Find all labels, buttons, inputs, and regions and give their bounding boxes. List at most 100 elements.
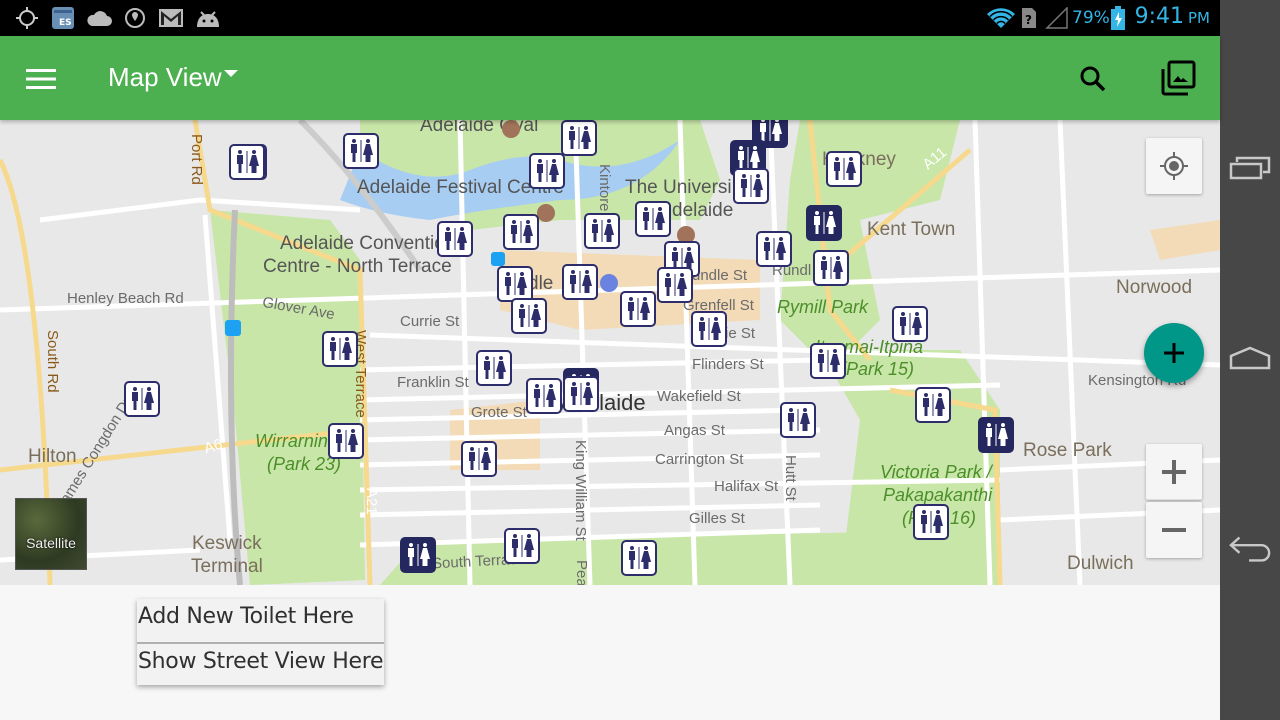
toilet-marker[interactable] bbox=[657, 267, 693, 303]
toilet-marker[interactable] bbox=[526, 378, 562, 414]
restroom-icon bbox=[569, 126, 591, 149]
label-ityamai-2: (Park 15) bbox=[840, 359, 915, 379]
search-button[interactable] bbox=[1072, 58, 1114, 100]
toilet-marker[interactable] bbox=[584, 213, 620, 249]
toilet-marker[interactable] bbox=[504, 528, 540, 564]
label-flinders-st: Flinders St bbox=[692, 356, 764, 373]
add-new-toilet-here-item[interactable]: Add New Toilet Here bbox=[137, 599, 384, 642]
toilet-marker[interactable] bbox=[756, 231, 792, 267]
toilet-marker[interactable] bbox=[813, 250, 849, 286]
label-norwood: Norwood bbox=[1116, 277, 1193, 298]
toilet-marker[interactable] bbox=[322, 331, 358, 367]
toilet-marker[interactable] bbox=[691, 311, 727, 347]
label-wakefield-st: Wakefield St bbox=[657, 388, 741, 405]
toilet-marker[interactable] bbox=[229, 144, 265, 180]
search-icon bbox=[1080, 66, 1106, 92]
toilet-marker[interactable] bbox=[978, 417, 1014, 453]
restroom-icon bbox=[570, 270, 592, 293]
toilet-marker[interactable] bbox=[124, 381, 160, 417]
svg-text:ES: ES bbox=[59, 18, 72, 28]
bus-station-icon[interactable] bbox=[491, 252, 505, 266]
label-victoria-2: Pakapakanthi bbox=[883, 485, 993, 505]
toilet-marker[interactable] bbox=[497, 266, 533, 302]
gallery-button[interactable] bbox=[1156, 56, 1200, 100]
toilet-marker[interactable] bbox=[437, 221, 473, 257]
label-pirie-st: ie St bbox=[725, 325, 756, 342]
label-carrington-st: Carrington St bbox=[655, 451, 744, 468]
shopping-poi-icon[interactable] bbox=[600, 274, 618, 292]
label-franklin-st: Franklin St bbox=[397, 374, 469, 391]
home-button[interactable] bbox=[1228, 336, 1272, 380]
toilet-marker[interactable] bbox=[621, 540, 657, 576]
toilet-marker[interactable] bbox=[400, 537, 436, 573]
restroom-icon bbox=[445, 227, 467, 250]
restroom-icon bbox=[592, 219, 614, 242]
train-station-icon[interactable] bbox=[225, 320, 241, 336]
toilet-marker[interactable] bbox=[620, 291, 656, 327]
restroom-icon bbox=[237, 150, 259, 173]
label-henley-beach-rd: Henley Beach Rd bbox=[67, 290, 184, 307]
stadium-poi-icon[interactable] bbox=[502, 120, 520, 138]
toilet-marker[interactable] bbox=[563, 376, 599, 412]
toilet-marker[interactable] bbox=[810, 343, 846, 379]
toilet-marker[interactable] bbox=[476, 350, 512, 386]
page-title: Map View bbox=[108, 62, 222, 92]
view-selector-dropdown[interactable]: Map View bbox=[108, 62, 238, 93]
back-button[interactable] bbox=[1228, 527, 1272, 571]
toilet-marker[interactable] bbox=[733, 168, 769, 204]
label-king-william-st: King William St bbox=[572, 440, 589, 541]
toilet-marker[interactable] bbox=[826, 151, 862, 187]
satellite-toggle-button[interactable]: Satellite bbox=[15, 498, 87, 570]
hamburger-menu-icon bbox=[26, 69, 56, 89]
add-toilet-fab[interactable] bbox=[1144, 323, 1204, 383]
label-wirranendi-1: Wirrarnin bbox=[255, 431, 328, 451]
restroom-icon bbox=[741, 174, 763, 197]
toilet-marker[interactable] bbox=[806, 205, 842, 241]
recent-apps-button[interactable] bbox=[1228, 146, 1272, 190]
zoom-in-button[interactable] bbox=[1146, 444, 1202, 500]
clock-ampm: PM bbox=[1188, 9, 1210, 27]
restroom-icon bbox=[519, 304, 541, 327]
toilet-marker[interactable] bbox=[328, 423, 364, 459]
restroom-icon bbox=[788, 408, 810, 431]
toilet-marker[interactable] bbox=[343, 133, 379, 169]
toilet-marker[interactable] bbox=[511, 298, 547, 334]
toilet-marker[interactable] bbox=[529, 153, 565, 189]
label-rymill-park: Rymill Park bbox=[777, 297, 869, 317]
map-view[interactable]: Adelaide Oval Adelaide Festival Centre T… bbox=[0, 120, 1220, 585]
context-menu: Add New Toilet Here Show Street View Her… bbox=[137, 599, 384, 685]
label-halifax-st: Halifax St bbox=[714, 478, 779, 495]
label-currie-st: Currie St bbox=[400, 313, 460, 330]
restroom-icon bbox=[336, 429, 358, 452]
label-keswick-2: Terminal bbox=[191, 556, 263, 577]
my-location-icon bbox=[1160, 152, 1188, 180]
toilet-marker[interactable] bbox=[892, 306, 928, 342]
label-grote-st: Grote St bbox=[471, 404, 527, 421]
label-convention-1: Adelaide Conventio bbox=[280, 233, 445, 254]
toilet-marker[interactable] bbox=[913, 504, 949, 540]
toilet-marker[interactable] bbox=[780, 402, 816, 438]
cloud-icon bbox=[86, 6, 112, 30]
toilet-marker[interactable] bbox=[561, 120, 597, 156]
minus-icon bbox=[1162, 528, 1186, 532]
label-convention-2: Centre - North Terrace bbox=[263, 256, 452, 277]
add-icon bbox=[1164, 343, 1184, 363]
toilet-marker[interactable] bbox=[562, 264, 598, 300]
restroom-icon bbox=[505, 272, 527, 295]
menu-button[interactable] bbox=[20, 58, 62, 100]
art-gallery-poi-icon[interactable] bbox=[537, 204, 555, 222]
label-university-2: delaide bbox=[672, 200, 734, 221]
satellite-label: Satellite bbox=[26, 535, 76, 551]
toilet-marker[interactable] bbox=[635, 201, 671, 237]
zoom-out-button[interactable] bbox=[1146, 502, 1202, 558]
label-victoria-1: Victoria Park / bbox=[880, 462, 992, 482]
toilet-marker[interactable] bbox=[503, 214, 539, 250]
restroom-icon bbox=[921, 510, 943, 533]
my-location-button[interactable] bbox=[1146, 138, 1202, 194]
toilet-marker[interactable] bbox=[461, 441, 497, 477]
label-gilles-st: Gilles St bbox=[689, 510, 745, 527]
restroom-icon bbox=[814, 211, 836, 234]
show-street-view-here-item[interactable]: Show Street View Here bbox=[137, 642, 384, 685]
restroom-icon bbox=[699, 317, 721, 340]
toilet-marker[interactable] bbox=[915, 387, 951, 423]
